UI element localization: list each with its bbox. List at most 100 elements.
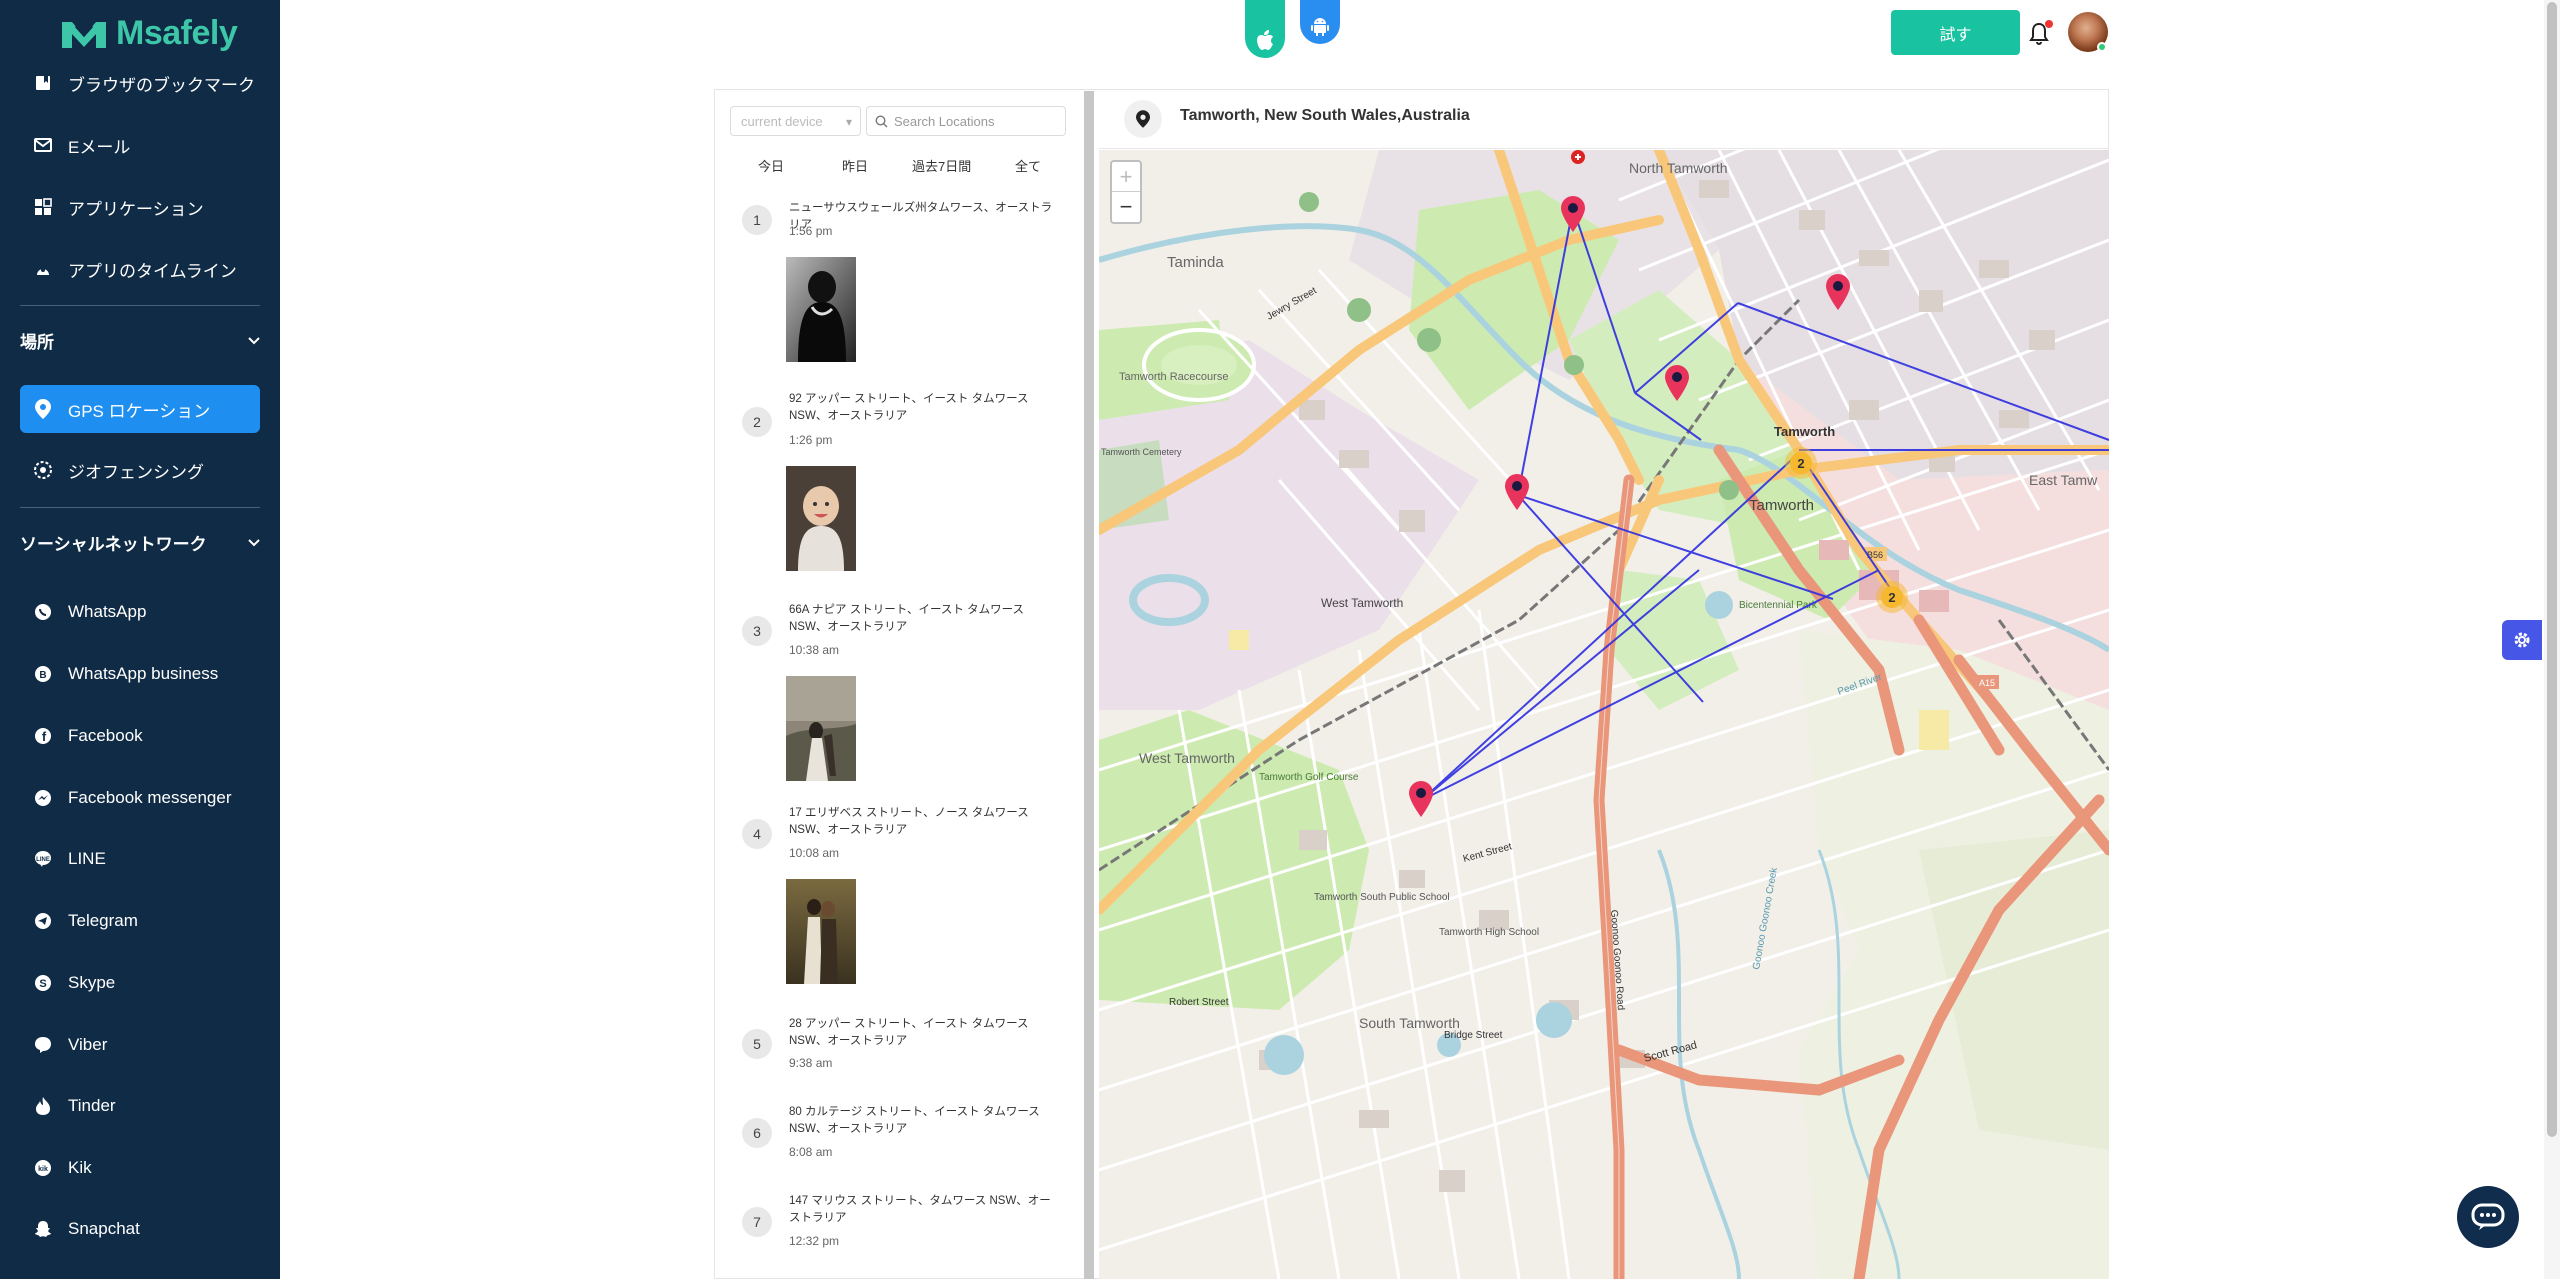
tinder-icon	[32, 1095, 54, 1117]
cluster-count: 2	[1797, 456, 1804, 471]
search-icon	[875, 114, 888, 127]
platform-android-tab[interactable]	[1300, 0, 1340, 44]
chat-bubble-icon	[2471, 1203, 2505, 1230]
sidebar-item-label: Skype	[68, 973, 116, 992]
location-photo-thumbnail[interactable]	[786, 879, 856, 984]
sidebar-item-tinder[interactable]: Tinder	[20, 1082, 260, 1130]
filter-yesterday[interactable]: 昨日	[842, 156, 868, 175]
filter-last-7-days[interactable]: 過去7日間	[912, 156, 971, 175]
sidebar-item-applications[interactable]: アプリケーション	[20, 183, 260, 231]
msafely-logo-icon	[62, 21, 106, 48]
brand-logo[interactable]: Msafely	[58, 14, 238, 53]
entry-time: 9:38 am	[789, 1056, 833, 1070]
sidebar-section-location[interactable]: 場所	[20, 318, 260, 362]
sidebar-item-label: アプリケーション	[68, 199, 204, 219]
sidebar-item-telegram[interactable]: Telegram	[20, 897, 260, 945]
map-label-bridge-street: Bridge Street	[1444, 1030, 1503, 1041]
mail-icon	[32, 134, 54, 156]
sidebar-item-label: GPS ロケーション	[68, 401, 211, 421]
messenger-icon	[32, 787, 54, 809]
filter-today[interactable]: 今日	[758, 156, 784, 175]
map-label-west-tamworth-town: West Tamworth	[1321, 596, 1403, 610]
sidebar-item-skype[interactable]: S Skype	[20, 959, 260, 1007]
map-label-tamworth: Tamworth	[1749, 497, 1814, 514]
entry-address[interactable]: 66A ナピア ストリート、イースト タムワース NSW、オーストラリア	[789, 602, 1054, 636]
sidebar-item-label: ジオフェンシング	[68, 462, 204, 482]
bookmark-icon	[32, 72, 54, 94]
entry-time: 10:38 am	[789, 643, 840, 657]
platform-ios-tab[interactable]	[1245, 0, 1285, 58]
device-select-placeholder: current device	[741, 113, 823, 129]
map-label-golf-course: Tamworth Golf Course	[1259, 772, 1359, 783]
map-cluster[interactable]: 2	[1785, 447, 1817, 479]
svg-text:f: f	[42, 729, 47, 744]
skype-icon: S	[32, 972, 54, 994]
sidebar-divider	[20, 305, 260, 306]
zoom-in-button[interactable]: +	[1112, 162, 1140, 192]
sidebar-item-app-timeline[interactable]: アプリのタイムライン	[20, 245, 260, 293]
sidebar-item-whatsapp[interactable]: WhatsApp	[20, 588, 260, 636]
map-label-north-tamworth: North Tamworth	[1629, 160, 1728, 176]
sidebar-item-email[interactable]: Eメール	[20, 121, 260, 169]
entry-address[interactable]: 92 アッパー ストリート、イースト タムワース NSW、オーストラリア	[789, 391, 1054, 425]
map-label-west-tamworth: West Tamworth	[1139, 750, 1235, 766]
location-photo-thumbnail[interactable]	[786, 257, 856, 362]
apple-icon	[1257, 30, 1273, 50]
entry-address[interactable]: 28 アッパー ストリート、イースト タムワース NSW、オーストラリア	[789, 1016, 1054, 1050]
sidebar-item-browser-bookmarks[interactable]: ブラウザのブックマーク	[20, 59, 260, 107]
entry-address[interactable]: 147 マリウス ストリート、タムワース NSW、オーストラリア	[789, 1193, 1054, 1227]
gear-icon	[2514, 632, 2530, 648]
section-title: ソーシャルネットワーク	[20, 534, 207, 554]
search-box[interactable]	[866, 106, 1066, 136]
sidebar-item-label: Facebook messenger	[68, 788, 232, 807]
sidebar-section-social[interactable]: ソーシャルネットワーク	[20, 520, 260, 564]
map-label-high-school: Tamworth High School	[1439, 927, 1539, 938]
road-shield-a15: A15	[1979, 678, 1995, 688]
entry-number: 3	[742, 616, 772, 646]
cluster-count: 2	[1888, 590, 1895, 605]
viber-icon	[32, 1034, 54, 1056]
notification-dot	[2045, 20, 2053, 28]
map-label-racecourse: Tamworth Racecourse	[1119, 371, 1228, 383]
entry-time: 1:26 pm	[789, 433, 833, 447]
snapchat-icon	[32, 1218, 54, 1240]
filter-all[interactable]: 全て	[1015, 156, 1041, 175]
map-label-south-tamworth: South Tamworth	[1359, 1015, 1460, 1031]
map-label-cemetery: Tamworth Cemetery	[1101, 447, 1182, 457]
try-button[interactable]: 試す	[1891, 10, 2020, 55]
search-input[interactable]	[894, 113, 1054, 129]
sidebar-item-label: Snapchat	[68, 1219, 140, 1238]
map-canvas[interactable]: Taminda North Tamworth Tamworth Tamworth…	[1099, 150, 2109, 1279]
sidebar-item-facebook-messenger[interactable]: Facebook messenger	[20, 774, 260, 822]
sidebar-item-label: ブラウザのブックマーク	[68, 75, 255, 95]
entry-address[interactable]: 80 カルテージ ストリート、イースト タムワース NSW、オーストラリア	[789, 1104, 1054, 1138]
page-scrollbar-thumb[interactable]	[2547, 2, 2557, 1137]
entry-address[interactable]: 17 エリザベス ストリート、ノース タムワース NSW、オーストラリア	[789, 805, 1054, 839]
sidebar-item-geofencing[interactable]: ジオフェンシング	[20, 446, 260, 494]
location-photo-thumbnail[interactable]	[786, 676, 856, 781]
sidebar-item-kik[interactable]: kik Kik	[20, 1144, 260, 1192]
chat-support-button[interactable]	[2457, 1186, 2519, 1248]
kik-icon: kik	[32, 1157, 54, 1179]
settings-tab[interactable]	[2502, 620, 2542, 660]
sidebar-item-viber[interactable]: Viber	[20, 1021, 260, 1069]
sidebar-item-line[interactable]: LINE LINE	[20, 835, 260, 883]
map-label-tamworth-center: Tamworth	[1774, 424, 1835, 439]
sidebar-item-facebook[interactable]: f Facebook	[20, 712, 260, 760]
sidebar-item-snapchat[interactable]: Snapchat	[20, 1205, 260, 1253]
sidebar-item-gps-location[interactable]: GPS ロケーション	[20, 385, 260, 433]
sidebar-item-label: Kik	[68, 1158, 92, 1177]
sidebar-item-label: Eメール	[68, 137, 131, 157]
chevron-down-icon	[248, 532, 260, 552]
sidebar-item-label: WhatsApp	[68, 602, 147, 621]
map-cluster[interactable]: 2	[1876, 581, 1908, 613]
device-select[interactable]: current device ▾	[730, 106, 861, 136]
sidebar: Msafely ブラウザのブックマーク Eメール アプリケーション アプリのタイ…	[0, 0, 280, 1279]
sidebar-item-whatsapp-business[interactable]: B WhatsApp business	[20, 650, 260, 698]
list-scrollbar-thumb[interactable]	[1084, 91, 1094, 1279]
location-photo-thumbnail[interactable]	[786, 466, 856, 571]
zoom-out-button[interactable]: −	[1112, 192, 1140, 222]
entry-time: 10:08 am	[789, 846, 840, 860]
map-view[interactable]: Taminda North Tamworth Tamworth Tamworth…	[1099, 150, 2109, 1279]
map-label-east-tamworth: East Tamw	[2029, 472, 2098, 488]
